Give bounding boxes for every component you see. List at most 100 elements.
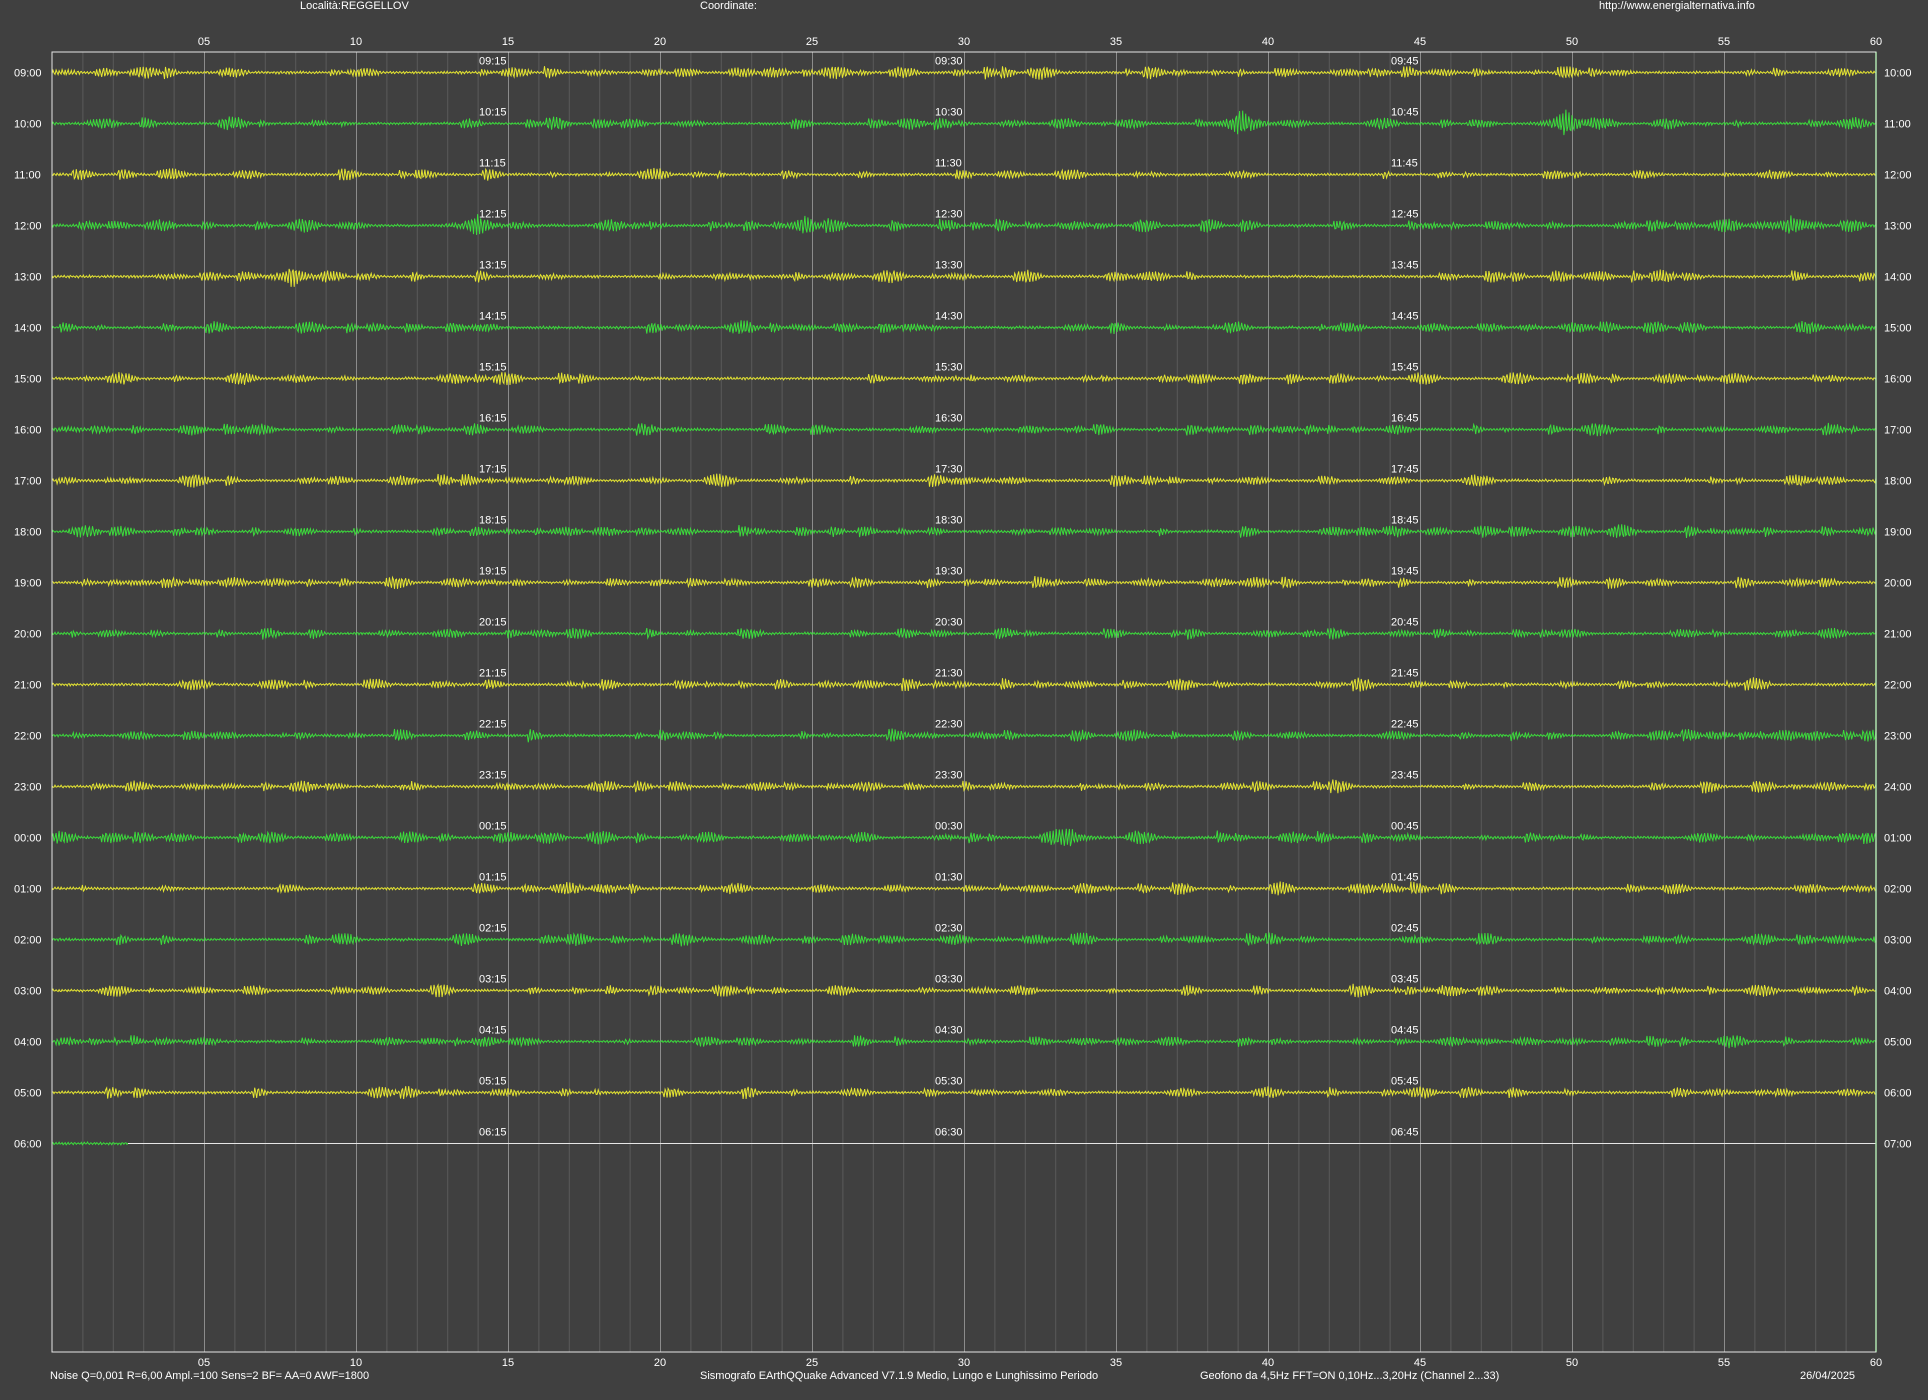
quarter-hour-mark: 02:45 — [1391, 923, 1419, 935]
row-start-time: 18:00 — [14, 527, 42, 539]
software-info: Sismografo EArthQQuake Advanced V7.1.9 M… — [700, 1370, 1099, 1382]
website-link[interactable]: http://www.energialternativa.info — [1599, 0, 1755, 12]
quarter-hour-mark: 12:30 — [935, 209, 963, 221]
quarter-hour-mark: 04:45 — [1391, 1025, 1419, 1037]
quarter-hour-mark: 18:30 — [935, 515, 963, 527]
quarter-hour-mark: 20:30 — [935, 617, 963, 629]
quarter-hour-mark: 21:30 — [935, 668, 963, 680]
quarter-hour-mark: 13:45 — [1391, 260, 1419, 272]
row-end-time: 20:00 — [1884, 578, 1912, 590]
row-end-time: 23:00 — [1884, 731, 1912, 743]
quarter-hour-mark: 00:45 — [1391, 821, 1419, 833]
quarter-hour-mark: 11:15 — [479, 158, 506, 170]
row-start-time: 16:00 — [14, 425, 42, 437]
x-tick-label-top: 40 — [1262, 36, 1274, 48]
quarter-hour-mark: 05:30 — [935, 1076, 963, 1088]
quarter-hour-mark: 19:30 — [935, 566, 963, 578]
quarter-hour-mark: 01:45 — [1391, 872, 1419, 884]
quarter-hour-mark: 06:45 — [1391, 1127, 1419, 1139]
date-label: 26/04/2025 — [1800, 1370, 1856, 1382]
row-start-time: 01:00 — [14, 884, 42, 896]
row-start-time: 15:00 — [14, 374, 42, 386]
quarter-hour-mark: 16:30 — [935, 413, 963, 425]
x-tick-label-bottom: 55 — [1718, 1357, 1730, 1369]
quarter-hour-mark: 01:15 — [479, 872, 507, 884]
quarter-hour-mark: 11:45 — [1391, 158, 1418, 170]
sensor-info: Geofono da 4,5Hz FFT=ON 0,10Hz...3,20Hz … — [1200, 1370, 1500, 1382]
row-end-time: 10:00 — [1884, 68, 1912, 80]
x-tick-label-bottom: 20 — [654, 1357, 666, 1369]
row-end-time: 15:00 — [1884, 323, 1912, 335]
quarter-hour-mark: 03:45 — [1391, 974, 1419, 986]
quarter-hour-mark: 09:15 — [479, 56, 507, 68]
x-tick-label-bottom: 40 — [1262, 1357, 1274, 1369]
row-start-time: 03:00 — [14, 986, 42, 998]
row-start-time: 02:00 — [14, 935, 42, 947]
quarter-hour-mark: 16:45 — [1391, 413, 1419, 425]
row-end-time: 14:00 — [1884, 272, 1912, 284]
row-end-time: 24:00 — [1884, 782, 1912, 794]
quarter-hour-mark: 17:15 — [479, 464, 507, 476]
x-tick-label-top: 50 — [1566, 36, 1578, 48]
x-tick-label-bottom: 35 — [1110, 1357, 1122, 1369]
quarter-hour-mark: 23:15 — [479, 770, 507, 782]
x-tick-label-bottom: 30 — [958, 1357, 970, 1369]
quarter-hour-mark: 20:15 — [479, 617, 507, 629]
x-tick-label-top: 10 — [350, 36, 362, 48]
row-end-time: 22:00 — [1884, 680, 1912, 692]
quarter-hour-mark: 04:30 — [935, 1025, 963, 1037]
row-end-time: 13:00 — [1884, 221, 1912, 233]
quarter-hour-mark: 23:30 — [935, 770, 963, 782]
row-start-time: 21:00 — [14, 680, 42, 692]
quarter-hour-mark: 20:45 — [1391, 617, 1419, 629]
quarter-hour-mark: 00:30 — [935, 821, 963, 833]
quarter-hour-mark: 11:30 — [935, 158, 962, 170]
row-start-time: 10:00 — [14, 119, 42, 131]
row-end-time: 07:00 — [1884, 1139, 1912, 1151]
quarter-hour-mark: 02:30 — [935, 923, 963, 935]
quarter-hour-mark: 10:30 — [935, 107, 963, 119]
x-tick-label-top: 30 — [958, 36, 970, 48]
quarter-hour-mark: 19:15 — [479, 566, 507, 578]
x-tick-label-bottom: 45 — [1414, 1357, 1426, 1369]
row-end-time: 19:00 — [1884, 527, 1912, 539]
x-tick-label-top: 20 — [654, 36, 666, 48]
quarter-hour-mark: 09:45 — [1391, 56, 1419, 68]
row-start-time: 19:00 — [14, 578, 42, 590]
row-start-time: 05:00 — [14, 1088, 42, 1100]
row-end-time: 02:00 — [1884, 884, 1912, 896]
row-end-time: 12:00 — [1884, 170, 1912, 182]
row-start-time: 11:00 — [14, 170, 41, 182]
row-start-time: 00:00 — [14, 833, 42, 845]
x-tick-label-bottom: 15 — [502, 1357, 514, 1369]
row-end-time: 04:00 — [1884, 986, 1912, 998]
row-end-time: 17:00 — [1884, 425, 1912, 437]
location-label: Località:REGGELLOV — [300, 0, 409, 12]
x-tick-label-top: 55 — [1718, 36, 1730, 48]
x-tick-label-top: 05 — [198, 36, 210, 48]
quarter-hour-mark: 18:45 — [1391, 515, 1419, 527]
x-tick-label-top: 25 — [806, 36, 818, 48]
quarter-hour-mark: 18:15 — [479, 515, 507, 527]
quarter-hour-mark: 03:15 — [479, 974, 507, 986]
quarter-hour-mark: 03:30 — [935, 974, 963, 986]
quarter-hour-mark: 15:45 — [1391, 362, 1419, 374]
x-tick-label-bottom: 05 — [198, 1357, 210, 1369]
quarter-hour-mark: 14:30 — [935, 311, 963, 323]
quarter-hour-mark: 17:45 — [1391, 464, 1419, 476]
quarter-hour-mark: 13:15 — [479, 260, 507, 272]
x-tick-label-top: 35 — [1110, 36, 1122, 48]
row-end-time: 11:00 — [1884, 119, 1911, 131]
quarter-hour-mark: 21:45 — [1391, 668, 1419, 680]
quarter-hour-mark: 06:15 — [479, 1127, 507, 1139]
quarter-hour-mark: 13:30 — [935, 260, 963, 272]
row-start-time: 17:00 — [14, 476, 42, 488]
row-end-time: 01:00 — [1884, 833, 1912, 845]
quarter-hour-mark: 06:30 — [935, 1127, 963, 1139]
row-end-time: 18:00 — [1884, 476, 1912, 488]
quarter-hour-mark: 19:45 — [1391, 566, 1419, 578]
x-tick-label-bottom: 50 — [1566, 1357, 1578, 1369]
coordinates-label: Coordinate: — [700, 0, 757, 12]
row-start-time: 14:00 — [14, 323, 42, 335]
quarter-hour-mark: 23:45 — [1391, 770, 1419, 782]
